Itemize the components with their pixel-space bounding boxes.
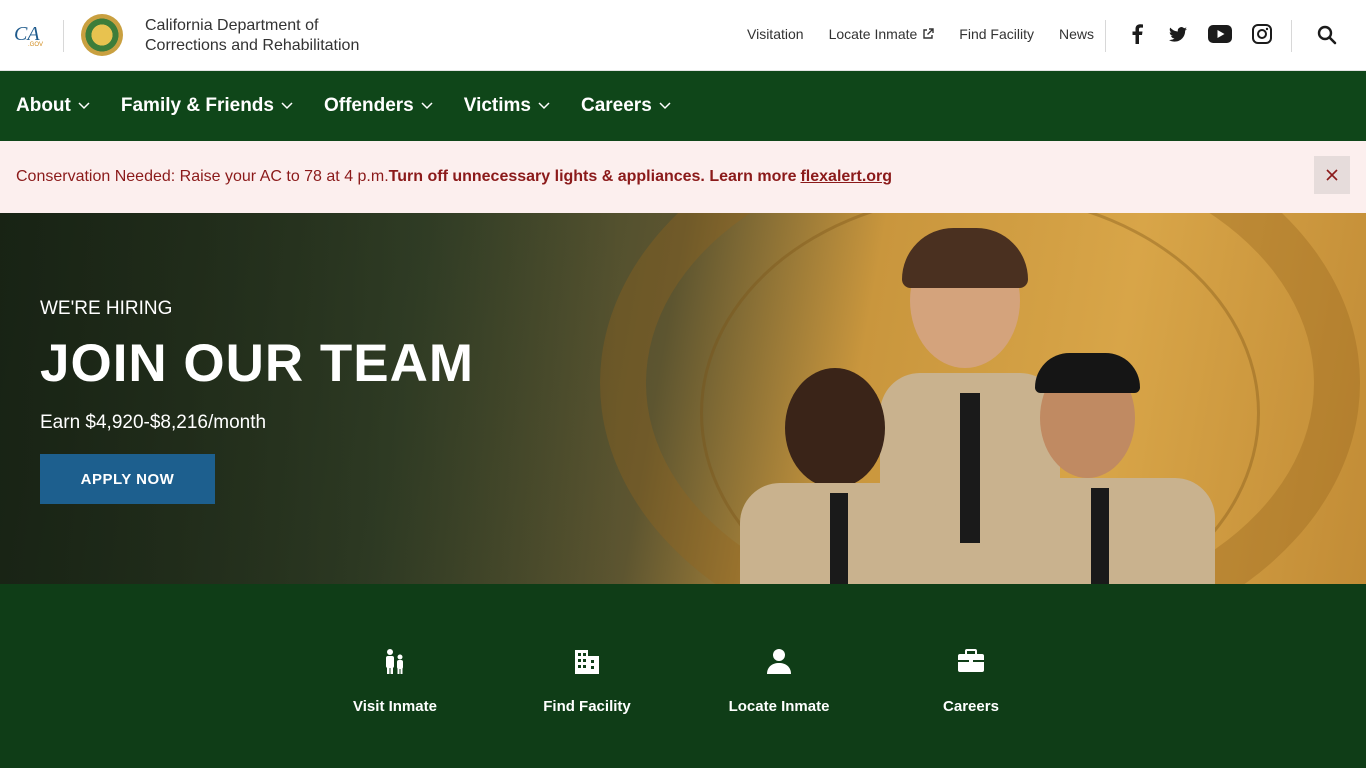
alert-close-button[interactable] — [1314, 156, 1350, 194]
social-links — [1125, 22, 1274, 46]
quick-link-find-facility[interactable]: Find Facility — [507, 646, 667, 715]
building-icon — [575, 650, 599, 674]
header-divider — [1105, 20, 1106, 52]
apply-now-button[interactable]: APPLY NOW — [40, 454, 215, 504]
person-icon — [767, 649, 791, 674]
chevron-down-icon — [659, 102, 671, 110]
alert-text: Conservation Needed: Raise your AC to 78… — [16, 168, 389, 185]
alert-text-bold: Turn off unnecessary lights & appliances… — [388, 168, 797, 185]
chevron-down-icon — [281, 102, 293, 110]
nav-label: Victims — [463, 95, 531, 116]
hero-banner: WE'RE HIRING JOIN OUR TEAM Earn $4,920-$… — [0, 213, 1366, 584]
department-name[interactable]: California Department of Corrections and… — [145, 16, 405, 56]
link-visitation[interactable]: Visitation — [747, 26, 804, 42]
site-header: CA .GOV California Department of Correct… — [0, 0, 1366, 71]
quick-link-label: Locate Inmate — [728, 698, 830, 715]
flexalert-link[interactable]: flexalert.org — [800, 168, 892, 186]
link-locate-inmate-label: Locate Inmate — [828, 26, 918, 42]
hero-title: JOIN OUR TEAM — [40, 334, 475, 393]
nav-item-offenders[interactable]: Offenders — [324, 95, 433, 117]
quick-link-locate-inmate[interactable]: Locate Inmate — [699, 646, 859, 715]
hero-salary: Earn $4,920-$8,216/month — [40, 412, 267, 433]
quick-link-label: Find Facility — [543, 698, 631, 715]
external-link-icon — [923, 28, 934, 39]
nav-item-family-friends[interactable]: Family & Friends — [121, 95, 293, 117]
header-divider — [63, 20, 64, 52]
flex-alert-banner: Conservation Needed: Raise your AC to 78… — [0, 141, 1366, 213]
chevron-down-icon — [78, 102, 90, 110]
cdcr-seal-logo[interactable] — [81, 14, 123, 56]
chevron-down-icon — [421, 102, 433, 110]
search-icon[interactable] — [1316, 24, 1338, 46]
utility-links: Visitation Locate Inmate Find Facility N… — [747, 26, 1094, 42]
close-icon — [1326, 169, 1338, 181]
nav-item-about[interactable]: About — [16, 95, 90, 117]
hero-overlay — [0, 213, 620, 584]
nav-label: Offenders — [323, 95, 414, 116]
youtube-icon[interactable] — [1207, 22, 1233, 46]
main-navigation: About Family & Friends Offenders Victims… — [0, 71, 1366, 141]
chevron-down-icon — [538, 102, 550, 110]
nav-label: Family & Friends — [120, 95, 274, 116]
quick-link-label: Visit Inmate — [353, 698, 437, 715]
ca-gov-logo[interactable]: CA .GOV — [14, 22, 48, 48]
briefcase-icon — [958, 649, 984, 672]
quick-link-careers[interactable]: Careers — [891, 646, 1051, 715]
quick-link-label: Careers — [943, 698, 999, 715]
link-find-facility[interactable]: Find Facility — [959, 26, 1034, 42]
nav-label: Careers — [580, 95, 652, 116]
nav-label: About — [16, 95, 71, 116]
twitter-icon[interactable] — [1166, 22, 1190, 46]
link-locate-inmate[interactable]: Locate Inmate — [829, 26, 935, 42]
quick-links: Visit Inmate Find Facility Locate Inmate… — [0, 584, 1366, 768]
instagram-icon[interactable] — [1250, 22, 1274, 46]
header-divider — [1291, 20, 1292, 52]
link-news[interactable]: News — [1059, 26, 1094, 42]
quick-link-visit-inmate[interactable]: Visit Inmate — [315, 646, 475, 715]
facebook-icon[interactable] — [1125, 22, 1149, 46]
dept-name-line1: California Department of — [145, 17, 319, 34]
dept-name-line2: Corrections and Rehabilitation — [145, 37, 360, 54]
nav-item-careers[interactable]: Careers — [581, 95, 671, 117]
svg-text:.GOV: .GOV — [28, 42, 43, 48]
family-icon — [386, 649, 403, 674]
nav-item-victims[interactable]: Victims — [464, 95, 550, 117]
hero-eyebrow: WE'RE HIRING — [40, 298, 173, 319]
